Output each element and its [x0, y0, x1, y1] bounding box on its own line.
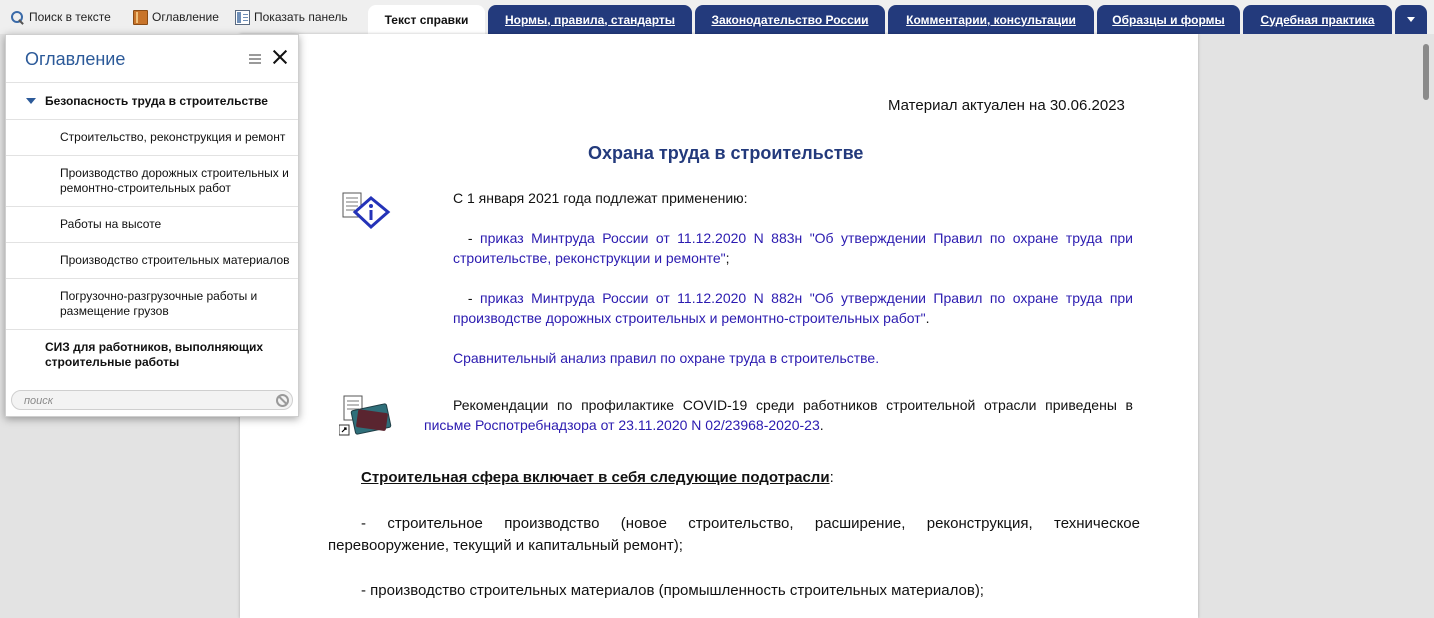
- suffix: :: [829, 469, 834, 486]
- actual-date: Материал актуален на 30.06.2023: [888, 97, 1125, 114]
- toc-panel: Оглавление Безопасность труда в строител…: [5, 34, 299, 417]
- dash: -: [467, 230, 480, 246]
- toc-item-safety-construction[interactable]: Безопасность труда в строительстве: [6, 82, 298, 119]
- toc-button[interactable]: Оглавление: [133, 8, 219, 26]
- toc-search-box: [11, 390, 293, 410]
- show-panel-label: Показать панель: [254, 10, 348, 24]
- toc-item-label: Безопасность труда в строительстве: [45, 94, 268, 108]
- toc-item-label: Производство строительных материалов: [60, 253, 290, 267]
- toc-item-height-works[interactable]: Работы на высоте: [6, 206, 298, 242]
- search-in-text-label: Поиск в тексте: [29, 10, 111, 24]
- order-883-paragraph: - приказ Минтруда России от 11.12.2020 N…: [453, 228, 1133, 268]
- toc-item-loading-works[interactable]: Погрузочно-разгрузочные работы и размеще…: [6, 278, 298, 329]
- info-icon: [342, 192, 391, 230]
- search-in-text-button[interactable]: Поиск в тексте: [10, 8, 111, 26]
- suffix: .: [819, 417, 824, 433]
- sector-heading-text: Строительная сфера включает в себя следу…: [361, 469, 830, 486]
- expanded-arrow-icon: [26, 98, 36, 104]
- panel-icon: [235, 9, 250, 25]
- tab-help-text[interactable]: Текст справки: [368, 5, 485, 34]
- tab-norms[interactable]: Нормы, правила, стандарты: [488, 5, 692, 34]
- toc-button-label: Оглавление: [152, 10, 219, 24]
- sector-item-construction: - строительное производство (новое строи…: [328, 515, 1140, 554]
- tab-label: Законодательство России: [711, 12, 869, 27]
- menu-icon[interactable]: [249, 53, 261, 63]
- book-icon: [133, 9, 148, 25]
- intro-text: С 1 января 2021 года подлежат применению…: [453, 190, 748, 206]
- toc-item-label: Строительство, реконструкция и ремонт: [60, 130, 286, 144]
- sector-item-materials: - производство строительных материалов (…: [361, 582, 984, 599]
- toc-search-input[interactable]: [24, 393, 264, 408]
- dash: -: [467, 290, 480, 306]
- tab-legislation[interactable]: Законодательство России: [695, 5, 885, 34]
- order-882-link[interactable]: приказ Минтруда России от 11.12.2020 N 8…: [453, 290, 1133, 326]
- tab-label: Образцы и формы: [1112, 12, 1225, 27]
- order-883-link[interactable]: приказ Минтруда России от 11.12.2020 N 8…: [453, 230, 1133, 266]
- close-icon[interactable]: [271, 48, 289, 66]
- tab-court-practice[interactable]: Судебная практика: [1243, 5, 1392, 34]
- suffix: ;: [725, 250, 730, 266]
- suffix: .: [925, 310, 930, 326]
- toc-item-materials[interactable]: Производство строительных материалов: [6, 242, 298, 278]
- magnifier-icon: [10, 10, 25, 25]
- more-tabs-button[interactable]: [1395, 5, 1427, 34]
- tab-label: Комментарии, консультации: [906, 12, 1076, 27]
- toc-item-construction-repair[interactable]: Строительство, реконструкция и ремонт: [6, 119, 298, 155]
- vertical-scrollbar[interactable]: [1421, 40, 1431, 610]
- tab-samples[interactable]: Образцы и формы: [1097, 5, 1240, 34]
- order-882-paragraph: - приказ Минтруда России от 11.12.2020 N…: [453, 288, 1133, 328]
- document-title: Охрана труда в строительстве: [588, 143, 864, 163]
- covid-paragraph: Рекомендации по профилактике COVID-19 ср…: [424, 395, 1133, 435]
- tab-label: Судебная практика: [1260, 12, 1375, 27]
- toc-item-label: Работы на высоте: [60, 217, 162, 231]
- tab-label: Текст справки: [384, 12, 469, 27]
- comparative-analysis-link[interactable]: Сравнительный анализ правил по охране тр…: [453, 348, 1133, 368]
- toc-item-ppe[interactable]: СИЗ для работников, выполняющих строител…: [6, 329, 298, 380]
- scrollbar-thumb[interactable]: [1423, 44, 1429, 100]
- toc-title: Оглавление: [25, 49, 126, 69]
- show-panel-button[interactable]: Показать панель: [235, 8, 348, 26]
- memo-icon: [339, 395, 392, 436]
- toc-item-label: Производство дорожных строительных и рем…: [60, 166, 289, 195]
- toc-item-road-works[interactable]: Производство дорожных строительных и рем…: [6, 155, 298, 206]
- covid-text: Рекомендации по профилактике COVID-19 ср…: [453, 397, 1133, 413]
- top-toolbar: Поиск в тексте Оглавление Показать панел…: [0, 0, 1434, 34]
- tab-label: Нормы, правила, стандарты: [505, 12, 675, 27]
- caret-down-icon: [1407, 17, 1415, 22]
- rospotrebnadzor-letter-link[interactable]: письме Роспотребнадзора от 23.11.2020 N …: [424, 417, 820, 433]
- tab-comments[interactable]: Комментарии, консультации: [888, 5, 1094, 34]
- toc-item-label: СИЗ для работников, выполняющих строител…: [45, 340, 264, 369]
- sector-heading: Строительная сфера включает в себя следу…: [361, 468, 834, 488]
- toc-item-label: Погрузочно-разгрузочные работы и размеще…: [60, 289, 258, 318]
- clear-search-icon[interactable]: [276, 394, 289, 407]
